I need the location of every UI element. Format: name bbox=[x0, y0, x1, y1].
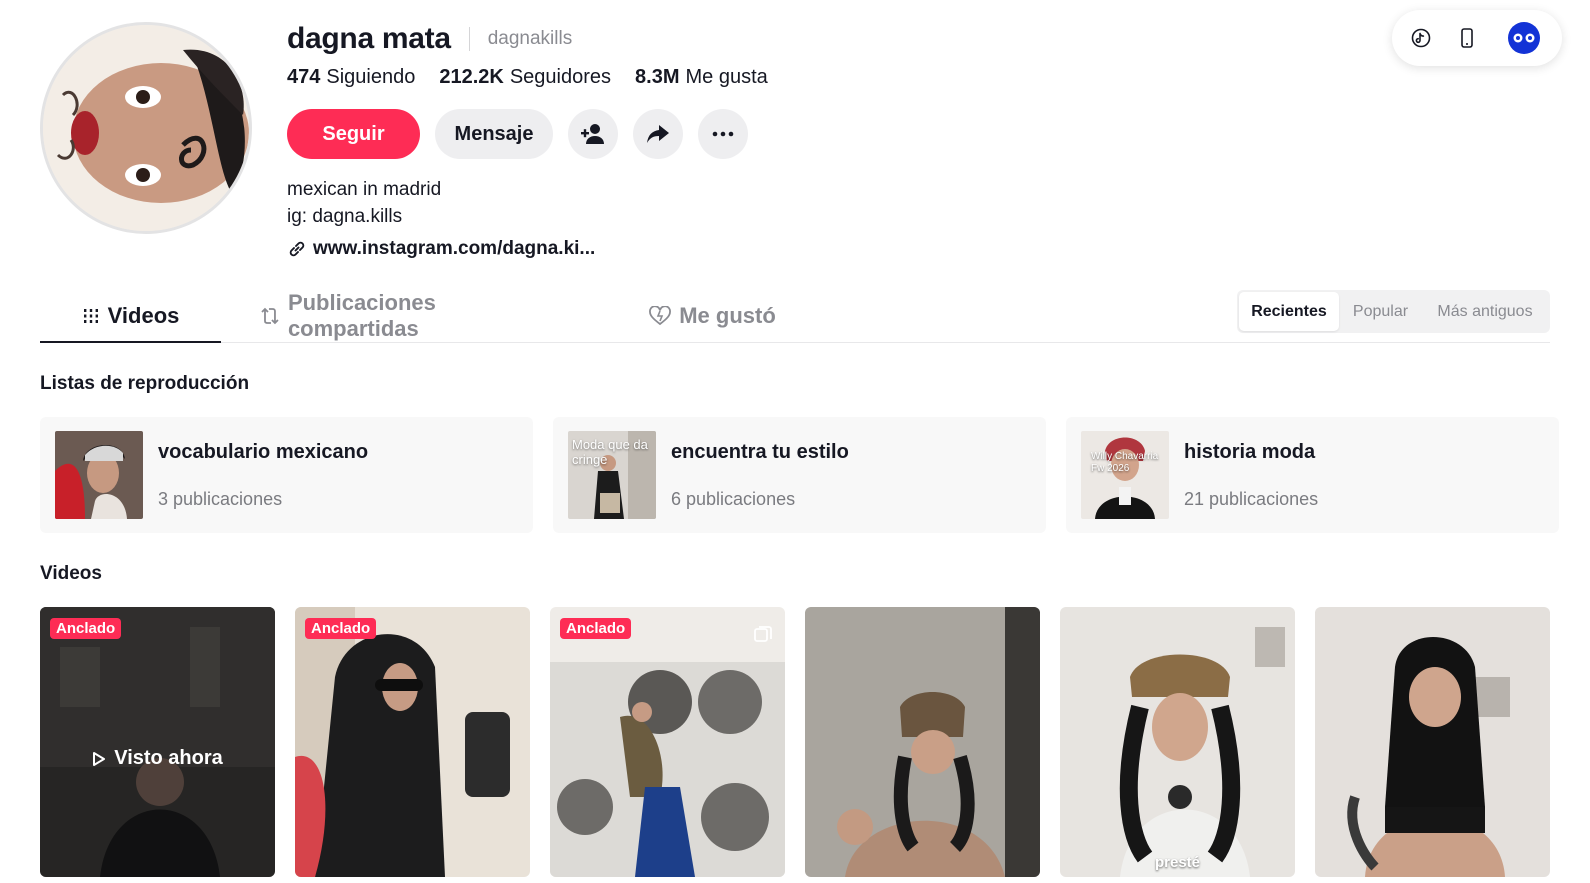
play-icon bbox=[93, 751, 106, 766]
playlist-title: historia moda bbox=[1184, 441, 1316, 463]
stat-label: Siguiendo bbox=[326, 66, 416, 88]
video-card[interactable]: Anclado bbox=[550, 607, 785, 877]
message-button[interactable]: Mensaje bbox=[435, 109, 553, 159]
playlist-count: 6 publicaciones bbox=[671, 489, 796, 509]
playlist-thumbnail: Willy Chavarria Fw 2026 bbox=[1081, 431, 1169, 519]
playlists-heading: Listas de reproducción bbox=[40, 373, 250, 394]
photo-carousel-icon bbox=[754, 626, 772, 642]
bio-line: ig: dagna.kills bbox=[287, 206, 403, 227]
videos-heading: Videos bbox=[40, 563, 102, 584]
heart-icon bbox=[649, 306, 672, 326]
more-options-button[interactable] bbox=[698, 109, 748, 159]
link-icon bbox=[289, 241, 305, 257]
bio-link[interactable]: www.instagram.com/dagna.ki... bbox=[287, 238, 595, 260]
tab-reposts[interactable]: Publicaciones compartidas bbox=[260, 290, 572, 342]
video-card[interactable]: presté bbox=[1060, 607, 1295, 877]
name-divider bbox=[468, 27, 470, 51]
sort-oldest[interactable]: Más antiguos bbox=[1422, 292, 1548, 331]
repost-icon bbox=[261, 307, 279, 325]
playlist-card[interactable]: Willy Chavarria Fw 2026 historia moda 21… bbox=[1066, 417, 1559, 533]
thumbnail-caption: Moda que da cringe bbox=[572, 437, 648, 467]
watched-now-label: Visto ahora bbox=[40, 747, 275, 770]
tiktok-studio-icon[interactable] bbox=[1406, 23, 1436, 53]
add-user-icon bbox=[581, 124, 604, 144]
share-button[interactable] bbox=[633, 109, 683, 159]
tab-label: Videos bbox=[107, 302, 180, 328]
playlist-thumbnail bbox=[55, 431, 143, 519]
sort-popular[interactable]: Popular bbox=[1339, 292, 1422, 331]
username-handle: dagnakills bbox=[487, 28, 573, 49]
mobile-icon[interactable] bbox=[1452, 23, 1482, 53]
watched-overlay bbox=[40, 607, 275, 877]
playlist-thumbnail: Moda que da cringe bbox=[568, 431, 656, 519]
playlist-count: 3 publicaciones bbox=[158, 489, 283, 509]
pinned-badge: Anclado bbox=[305, 618, 377, 639]
pinned-badge: Anclado bbox=[50, 618, 122, 639]
stat-following[interactable]: 474 Siguiendo bbox=[287, 66, 415, 89]
video-card[interactable] bbox=[805, 607, 1040, 877]
tab-label: Me gustó bbox=[679, 303, 776, 328]
profile-bio: mexican in madrid ig: dagna.kills bbox=[287, 176, 441, 230]
playlist-card[interactable]: Moda que da cringe encuentra tu estilo 6… bbox=[553, 417, 1046, 533]
video-card[interactable]: Anclado Visto ahora bbox=[40, 607, 275, 877]
add-friend-button[interactable] bbox=[568, 109, 618, 159]
stat-value: 212.2K bbox=[439, 66, 504, 88]
sort-recent[interactable]: Recientes bbox=[1239, 292, 1339, 331]
profile-stats: 474 Siguiendo 212.2K Seguidores 8.3M Me gus… bbox=[287, 66, 768, 89]
profile-name-row: dagna mata dagnakills bbox=[287, 22, 572, 56]
stat-label: Me gusta bbox=[685, 66, 768, 88]
bio-link-text: www.instagram.com/dagna.ki... bbox=[313, 238, 596, 259]
stat-value: 474 bbox=[287, 66, 321, 88]
user-avatar[interactable] bbox=[1508, 22, 1540, 54]
watched-text: Visto ahora bbox=[114, 747, 223, 769]
tab-liked[interactable]: Me gustó bbox=[645, 290, 780, 342]
top-toolbar bbox=[1392, 10, 1562, 66]
sort-selector: Recientes Popular Más antiguos bbox=[1237, 290, 1550, 333]
video-card[interactable] bbox=[1315, 607, 1550, 877]
tab-videos[interactable]: Videos bbox=[40, 290, 221, 343]
share-icon bbox=[647, 125, 669, 143]
stat-followers[interactable]: 212.2K Seguidores bbox=[439, 66, 611, 89]
playlist-card[interactable]: vocabulario mexicano 3 publicaciones bbox=[40, 417, 533, 533]
grid-icon bbox=[83, 308, 98, 323]
bio-line: mexican in madrid bbox=[287, 179, 442, 200]
follow-button[interactable]: Seguir bbox=[287, 109, 420, 159]
playlist-title: vocabulario mexicano bbox=[158, 441, 369, 463]
profile-actions: Seguir Mensaje bbox=[287, 109, 748, 159]
video-card[interactable]: Anclado bbox=[295, 607, 530, 877]
display-name: dagna mata bbox=[287, 22, 451, 55]
pinned-badge: Anclado bbox=[560, 618, 632, 639]
stat-label: Seguidores bbox=[509, 66, 612, 88]
tab-label: Publicaciones compartidas bbox=[287, 290, 436, 341]
video-caption: presté bbox=[1154, 854, 1201, 871]
stat-likes: 8.3M Me gusta bbox=[635, 66, 768, 89]
stat-value: 8.3M bbox=[635, 66, 680, 88]
thumbnail-caption: Willy Chavarria Fw 2026 bbox=[1091, 451, 1159, 474]
playlist-count: 21 publicaciones bbox=[1184, 489, 1319, 509]
profile-avatar[interactable] bbox=[40, 22, 252, 234]
playlist-title: encuentra tu estilo bbox=[671, 441, 849, 463]
more-icon bbox=[712, 131, 734, 137]
